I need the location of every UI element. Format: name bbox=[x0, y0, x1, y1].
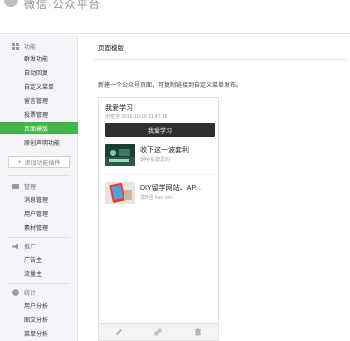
sidebar-item-materials[interactable]: 素材管理 bbox=[0, 221, 78, 233]
wechat-logo-icon bbox=[4, 0, 18, 7]
chart-icon bbox=[12, 288, 19, 296]
sidebar-item-messages[interactable]: 消息管理 bbox=[0, 193, 78, 205]
article-thumbnail bbox=[105, 182, 135, 204]
article-item[interactable]: DIY留学网站、AP... 澳B强 hao nen bbox=[105, 178, 215, 208]
section-heading-management: 管理 bbox=[12, 181, 36, 191]
article-title: DIY留学网站、AP... bbox=[140, 185, 201, 192]
sidebar-item-custom-menu[interactable]: 自定义菜单 bbox=[0, 80, 78, 92]
article-item[interactable]: 收下这一波套利 朝哈军旗爱的 bbox=[105, 140, 215, 170]
sidebar-item-user-analytics[interactable]: 用户分析 bbox=[0, 299, 78, 311]
plus-icon: + bbox=[17, 158, 22, 166]
sidebar-item-menu-analytics[interactable]: 菜单分析 bbox=[0, 327, 78, 339]
section-heading-promotion: 推广 bbox=[12, 241, 36, 251]
article-divider bbox=[105, 174, 215, 175]
article-thumbnail bbox=[105, 144, 135, 166]
link-icon[interactable] bbox=[154, 328, 163, 337]
sidebar-item-page-templates[interactable]: 页面模版 bbox=[0, 122, 78, 134]
sidebar-item-votes[interactable]: 投票管理 bbox=[0, 108, 78, 120]
sidebar: 功能 群发功能 自动回复 自定义菜单 留言管理 投票管理 页面模版 原创声明功能… bbox=[0, 35, 78, 341]
edit-icon[interactable] bbox=[114, 328, 123, 337]
title-divider bbox=[94, 59, 346, 60]
page-title: 页面模版 bbox=[98, 45, 124, 52]
section-heading-statistics: 统计 bbox=[12, 287, 36, 297]
preview-toolbar bbox=[99, 323, 218, 340]
preview-title: 我爱学习 bbox=[105, 105, 133, 112]
sidebar-item-traffic-owners[interactable]: 流量主 bbox=[0, 267, 78, 279]
main-content: 页面模版 新建一个公众号页面，可复制链接到自定义菜单发布。 我爱学习 浏览字 2… bbox=[84, 35, 350, 341]
article-subtitle: 朝哈军旗爱的 bbox=[140, 157, 171, 163]
top-bar: 微信·公众平台 bbox=[0, 0, 350, 34]
sidebar-divider bbox=[8, 237, 70, 238]
message-icon bbox=[12, 183, 19, 189]
template-preview-card[interactable]: 我爱学习 浏览字 2016-10-15 11:47:16 我爱学习 收下这一波套… bbox=[98, 97, 219, 341]
grid-icon bbox=[12, 42, 19, 50]
article-title: 收下这一波套利 bbox=[140, 147, 189, 154]
preview-button[interactable]: 我爱学习 bbox=[105, 123, 215, 137]
app-title: 微信·公众平台 bbox=[24, 0, 101, 11]
megaphone-icon bbox=[12, 243, 18, 249]
sidebar-item-mass-send[interactable]: 群发功能 bbox=[0, 52, 78, 64]
sidebar-item-comments[interactable]: 留言管理 bbox=[0, 94, 78, 106]
sidebar-divider bbox=[8, 175, 70, 176]
preview-meta: 浏览字 2016-10-15 11:47:16 bbox=[105, 114, 168, 120]
sidebar-divider bbox=[8, 283, 70, 284]
add-plugin-button[interactable]: + 添加功能插件 bbox=[8, 156, 70, 168]
page-description: 新建一个公众号页面，可复制链接到自定义菜单发布。 bbox=[98, 83, 243, 89]
sidebar-item-users[interactable]: 用户管理 bbox=[0, 207, 78, 219]
article-subtitle: 澳B强 hao nen bbox=[140, 195, 173, 201]
sidebar-item-auto-reply[interactable]: 自动回复 bbox=[0, 66, 78, 78]
section-heading-features: 功能 bbox=[12, 41, 36, 51]
sidebar-item-original-declaration[interactable]: 原创声明功能 bbox=[0, 136, 78, 148]
trash-icon[interactable] bbox=[194, 328, 203, 337]
sidebar-item-advertisers[interactable]: 广告主 bbox=[0, 253, 78, 265]
sidebar-item-article-analytics[interactable]: 图文分析 bbox=[0, 313, 78, 325]
